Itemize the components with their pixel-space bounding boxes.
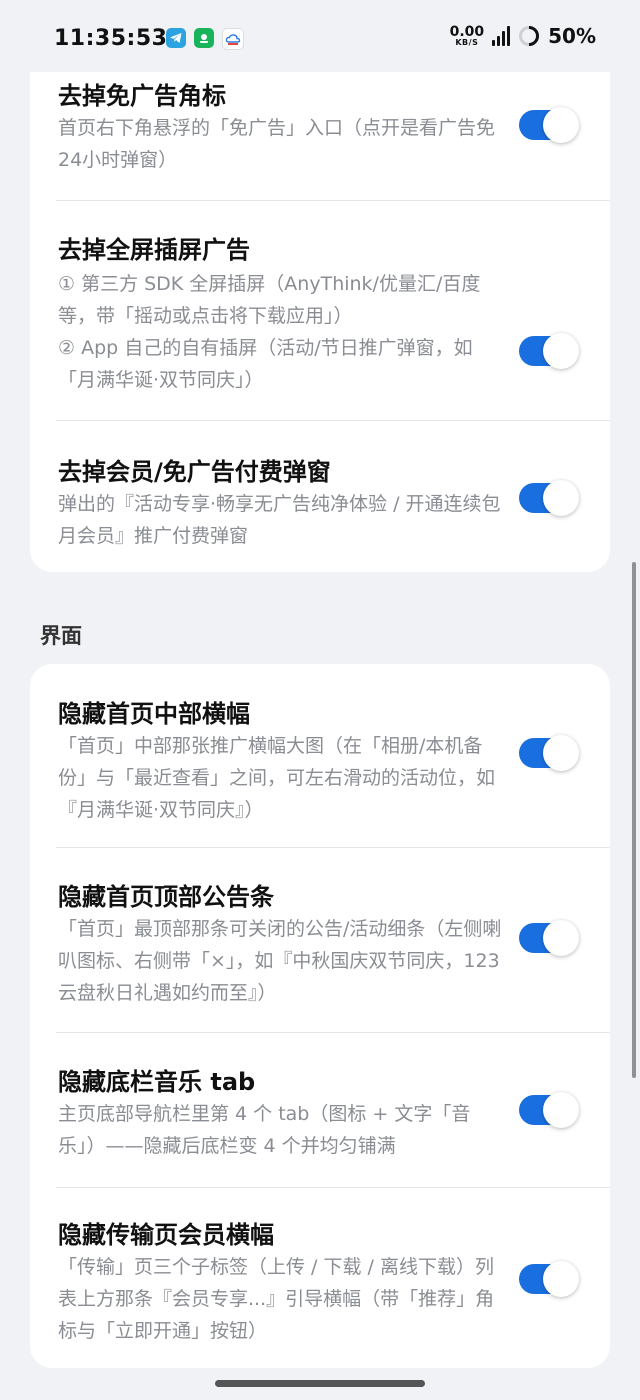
setting-description: 「传输」页三个子标签（上传 / 下载 / 离线下载）列表上方那条『会员专享...… (58, 1256, 495, 1342)
setting-row-transfer-banner[interactable]: 隐藏传输页会员横幅 「传输」页三个子标签（上传 / 下载 / 离线下载）列表上方… (30, 1187, 610, 1368)
toggle-switch[interactable] (519, 735, 579, 771)
setting-description: 「首页」中部那张推广横幅大图（在「相册/本机备份」与「最近查看」之间，可左右滑动… (58, 735, 496, 821)
setting-title: 去掉全屏插屏广告 (58, 236, 250, 264)
toggle-knob (543, 1092, 579, 1128)
toggle-knob (543, 333, 579, 369)
toggle-knob (543, 480, 579, 516)
status-bar: 11:35:53 0.00 KB/S 50% (0, 0, 640, 72)
battery-level: 50% (548, 24, 596, 48)
setting-title: 隐藏首页中部横幅 (58, 700, 250, 728)
toggle-knob (543, 1261, 579, 1297)
setting-row-music-tab[interactable]: 隐藏底栏音乐 tab 主页底部导航栏里第 4 个 tab（图标 + 文字「音乐」… (30, 1032, 610, 1187)
setting-title: 去掉免广告角标 (58, 82, 226, 110)
setting-title: 隐藏底栏音乐 tab (58, 1068, 256, 1096)
telegram-icon (166, 28, 186, 48)
setting-description: ① 第三方 SDK 全屏插屏（AnyThink/优量汇/百度 等，带「摇动或点击… (58, 273, 481, 391)
toggle-switch[interactable] (519, 920, 579, 956)
toggle-switch[interactable] (519, 333, 579, 369)
setting-title: 隐藏传输页会员横幅 (58, 1221, 274, 1249)
ad-settings-card: 去掉免广告角标 首页右下角悬浮的「免广告」入口（点开是看广告免24小时弹窗） 去… (30, 40, 610, 572)
setting-title: 去掉会员/免广告付费弹窗 (58, 458, 331, 486)
scrollbar[interactable] (632, 562, 636, 1078)
toggle-switch[interactable] (519, 480, 579, 516)
status-time: 11:35:53 (54, 26, 168, 51)
toggle-switch[interactable] (519, 107, 579, 143)
battery-icon (519, 26, 540, 46)
toggle-switch[interactable] (519, 1261, 579, 1297)
setting-row-home-banner[interactable]: 隐藏首页中部横幅 「首页」中部那张推广横幅大图（在「相册/本机备份」与「最近查看… (30, 664, 610, 847)
toggle-knob (543, 735, 579, 771)
status-right: 0.00 KB/S 50% (450, 24, 596, 48)
toggle-knob (543, 920, 579, 956)
green-app-icon (194, 28, 214, 48)
setting-row-fullscreen-ad[interactable]: 去掉全屏插屏广告 ① 第三方 SDK 全屏插屏（AnyThink/优量汇/百度 … (30, 200, 610, 420)
setting-row-top-notice[interactable]: 隐藏首页顶部公告条 「首页」最顶部那条可关闭的公告/活动细条（左侧喇叭图标、右侧… (30, 847, 610, 1032)
setting-description: 首页右下角悬浮的「免广告」入口（点开是看广告免24小时弹窗） (58, 117, 496, 171)
section-label-ui: 界面 (40, 624, 82, 648)
status-app-icons (166, 28, 244, 50)
signal-icon (492, 26, 511, 46)
network-speed: 0.00 KB/S (449, 24, 485, 47)
setting-description: 「首页」最顶部那条可关闭的公告/活动细条（左侧喇叭图标、右侧带「×」，如『中秋国… (58, 918, 502, 1004)
setting-description: 弹出的『活动专享·畅享无广告纯净体验 / 开通连续包月会员』推广付费弹窗 (58, 493, 501, 547)
home-indicator[interactable] (215, 1380, 425, 1387)
setting-description: 主页底部导航栏里第 4 个 tab（图标 + 文字「音乐」）——隐藏后底栏变 4… (58, 1103, 471, 1157)
cloud-app-icon (222, 28, 244, 50)
setting-title: 隐藏首页顶部公告条 (58, 883, 274, 911)
setting-row-vip-popup[interactable]: 去掉会员/免广告付费弹窗 弹出的『活动专享·畅享无广告纯净体验 / 开通连续包月… (30, 420, 610, 572)
toggle-switch[interactable] (519, 1092, 579, 1128)
toggle-knob (543, 107, 579, 143)
ui-settings-card: 隐藏首页中部横幅 「首页」中部那张推广横幅大图（在「相册/本机备份」与「最近查看… (30, 664, 610, 1368)
